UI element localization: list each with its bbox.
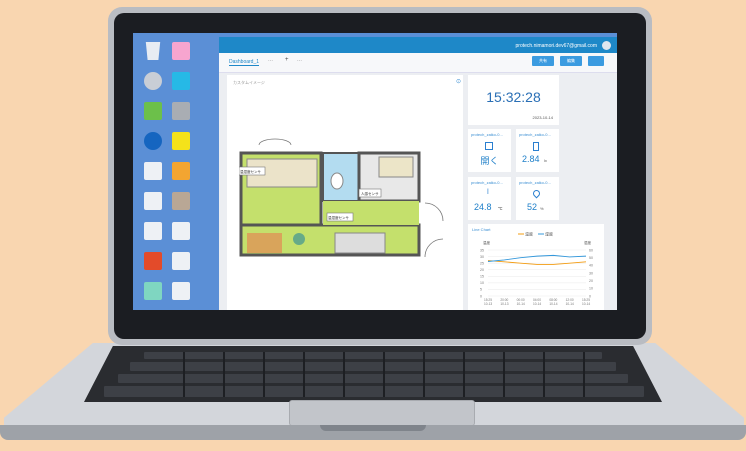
document-blue-icon-2[interactable] — [172, 282, 190, 300]
red-folder-icon[interactable] — [144, 252, 162, 270]
location-pin-icon[interactable]: ⊙ — [456, 78, 461, 85]
document-blue-icon[interactable] — [144, 192, 162, 210]
laptop-lip — [320, 425, 426, 431]
blue-circle-icon[interactable] — [144, 132, 162, 150]
tab-more-button[interactable]: ⋯ — [268, 58, 273, 64]
y-tick-right: 50 — [589, 256, 593, 260]
tab-menu-button[interactable]: ⋯ — [297, 58, 302, 64]
app-header: protech.nimamori.dev67@gmail.com — [219, 37, 617, 53]
gray-folder-icon[interactable] — [172, 102, 190, 120]
y-tick-left: 0 — [480, 294, 482, 298]
sensor-name: protech_zaiko-0... — [519, 132, 551, 137]
y-tick-right: 60 — [589, 248, 593, 252]
edit-button[interactable]: 編集 — [560, 56, 582, 66]
x-tick-label: 10-14 — [549, 302, 557, 306]
y-tick-left: 20 — [480, 268, 484, 272]
line-chart: 温度 湿度温度 湿度35302520151050605040302010015:25… — [480, 231, 593, 307]
keyboard — [84, 346, 662, 402]
phone-icon — [533, 142, 539, 151]
sensor-label-2: 人感センサ — [361, 191, 379, 196]
map-title: カスタムイメージ — [233, 80, 265, 85]
line-chart-card: Line Chart 温度 湿度 温度 湿度 35 30 25 20 15 10 5 0 60 50 40 3… — [468, 224, 604, 310]
y-axis-right-title: 湿度 — [584, 240, 592, 245]
series-line-1 — [487, 254, 587, 262]
sensor-card-temperature[interactable]: protech_zaiko-0... ǀ 24.8 ℃ — [468, 177, 511, 220]
legend-label-0: 温度 — [525, 231, 533, 237]
sensor-card-light[interactable]: protech_zaiko-0... 2.84 lx — [516, 129, 559, 172]
x-tick-label: 10-13 — [484, 302, 492, 306]
door-icon — [485, 142, 493, 150]
y-tick-right: 40 — [589, 264, 593, 268]
brown-folder-icon[interactable] — [172, 192, 190, 210]
sensor-name: protech_zaiko-0... — [519, 180, 551, 185]
sensor-card-door[interactable]: protech_zaiko-0... 開く — [468, 129, 511, 172]
clock-time: 15:32:28 — [486, 89, 541, 105]
x-tick-label: 10-14 — [517, 302, 525, 306]
cyan-folder-icon[interactable] — [172, 72, 190, 90]
sensor-card-humidity[interactable]: protech_zaiko-0... 52 % — [516, 177, 559, 220]
teal-folder-icon[interactable] — [144, 282, 162, 300]
y-tick-right: 30 — [589, 271, 593, 275]
x-tick-label: 10-14 — [566, 302, 574, 306]
clock-date: 2023-10-14 — [532, 115, 553, 120]
keyboard-keys — [104, 352, 644, 397]
document-icon-2[interactable] — [144, 222, 162, 240]
avatar[interactable] — [602, 41, 611, 50]
droplet-icon — [531, 188, 542, 199]
yellow-folder-icon[interactable] — [172, 132, 190, 150]
legend-label-1: 湿度 — [545, 231, 553, 237]
x-tick-label: 10-13 — [500, 302, 508, 306]
sensor-unit: ℃ — [498, 206, 503, 211]
clock-card: 15:32:28 2023-10-14 — [468, 75, 559, 125]
sensor-name: protech_zaiko-0... — [471, 180, 503, 185]
trash-icon[interactable] — [145, 42, 161, 60]
y-tick-left: 35 — [480, 248, 484, 252]
add-tab-button[interactable]: + — [285, 57, 289, 63]
orange-folder-icon[interactable] — [172, 162, 190, 180]
document-icon-4[interactable] — [172, 252, 190, 270]
y-tick-right: 10 — [589, 287, 593, 291]
y-tick-left: 30 — [480, 255, 484, 259]
sensor-name: protech_zaiko-0... — [471, 132, 503, 137]
sensor-label-3: 温湿度センサ — [328, 215, 349, 220]
sensor-value: 2.84 — [522, 154, 540, 164]
sensor-unit: lx — [544, 158, 547, 163]
sensor-label-1: 温湿度センサ — [240, 169, 261, 174]
y-tick-left: 5 — [480, 288, 482, 292]
x-tick-label: 10-14 — [582, 302, 590, 306]
screen: protech.nimamori.dev67@gmail.com Dashboa… — [133, 33, 617, 310]
sensor-unit: % — [540, 206, 544, 211]
y-tick-left: 10 — [480, 281, 484, 285]
disc-icon[interactable] — [144, 72, 162, 90]
share-button[interactable]: 共有 — [532, 56, 554, 66]
tab-bar: Dashboard_1 ⋯ + ⋯ 共有 編集 — [219, 53, 617, 73]
x-tick-label: 10-14 — [533, 302, 541, 306]
touchpad — [289, 400, 475, 426]
sensor-value: 24.8 — [474, 202, 492, 212]
y-axis-left-title: 温度 — [483, 240, 491, 245]
tab-dashboard[interactable]: Dashboard_1 — [229, 59, 260, 66]
document-icon-3[interactable] — [172, 222, 190, 240]
series-line-0 — [487, 260, 587, 265]
y-tick-left: 15 — [480, 275, 484, 279]
dashboard-window: protech.nimamori.dev67@gmail.com Dashboa… — [219, 37, 617, 310]
map-card: カスタムイメージ ⊙ 温湿度センサ 人感センサ 温湿度センサ — [227, 75, 463, 310]
sensor-value: 52 — [527, 202, 538, 212]
account-email: protech.nimamori.dev67@gmail.com — [515, 43, 598, 49]
green-folder-icon[interactable] — [144, 102, 162, 120]
y-tick-right: 20 — [589, 279, 593, 283]
y-tick-left: 25 — [480, 261, 484, 265]
document-icon[interactable] — [144, 162, 162, 180]
fullscreen-button[interactable] — [588, 56, 604, 66]
floor-plan: 温湿度センサ 人感センサ 温湿度センサ — [239, 133, 444, 257]
thermometer-icon: ǀ — [487, 189, 489, 196]
sensor-value: 開く — [480, 156, 499, 166]
pink-folder-icon[interactable] — [172, 42, 190, 60]
